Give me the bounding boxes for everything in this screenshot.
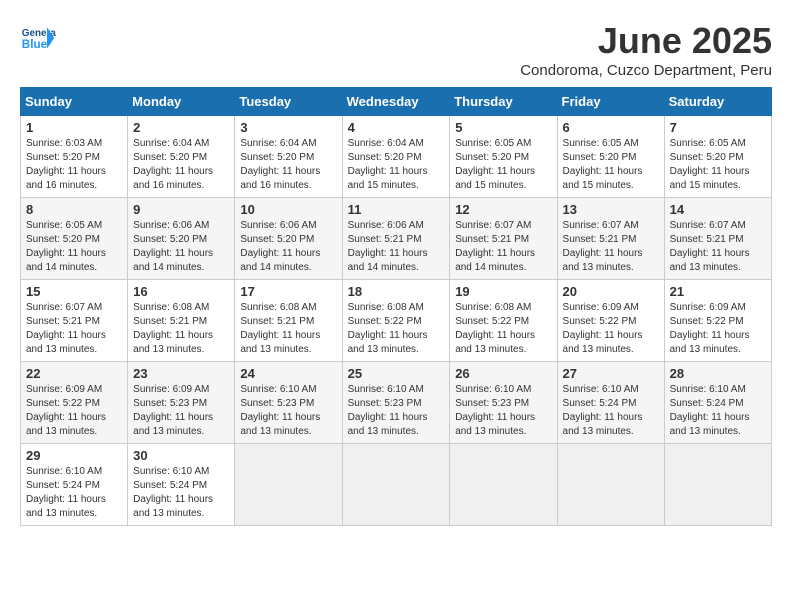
table-row: 8Sunrise: 6:05 AMSunset: 5:20 PMDaylight…	[21, 198, 128, 280]
table-row: 25Sunrise: 6:10 AMSunset: 5:23 PMDayligh…	[342, 362, 450, 444]
calendar-table: Sunday Monday Tuesday Wednesday Thursday…	[20, 87, 772, 526]
table-row	[450, 444, 557, 526]
calendar-row: 8Sunrise: 6:05 AMSunset: 5:20 PMDaylight…	[21, 198, 772, 280]
header-friday: Friday	[557, 88, 664, 116]
table-row: 11Sunrise: 6:06 AMSunset: 5:21 PMDayligh…	[342, 198, 450, 280]
header-saturday: Saturday	[664, 88, 771, 116]
table-row: 9Sunrise: 6:06 AMSunset: 5:20 PMDaylight…	[128, 198, 235, 280]
table-row: 12Sunrise: 6:07 AMSunset: 5:21 PMDayligh…	[450, 198, 557, 280]
table-row: 7Sunrise: 6:05 AMSunset: 5:20 PMDaylight…	[664, 116, 771, 198]
table-row: 29Sunrise: 6:10 AMSunset: 5:24 PMDayligh…	[21, 444, 128, 526]
table-row: 6Sunrise: 6:05 AMSunset: 5:20 PMDaylight…	[557, 116, 664, 198]
calendar-header-row: Sunday Monday Tuesday Wednesday Thursday…	[21, 88, 772, 116]
table-row: 22Sunrise: 6:09 AMSunset: 5:22 PMDayligh…	[21, 362, 128, 444]
header-thursday: Thursday	[450, 88, 557, 116]
location-title: Condoroma, Cuzco Department, Peru	[520, 62, 772, 79]
table-row: 27Sunrise: 6:10 AMSunset: 5:24 PMDayligh…	[557, 362, 664, 444]
table-row: 13Sunrise: 6:07 AMSunset: 5:21 PMDayligh…	[557, 198, 664, 280]
title-block: June 2025 Condoroma, Cuzco Department, P…	[520, 20, 772, 79]
table-row: 21Sunrise: 6:09 AMSunset: 5:22 PMDayligh…	[664, 280, 771, 362]
table-row: 14Sunrise: 6:07 AMSunset: 5:21 PMDayligh…	[664, 198, 771, 280]
table-row: 30Sunrise: 6:10 AMSunset: 5:24 PMDayligh…	[128, 444, 235, 526]
table-row: 15Sunrise: 6:07 AMSunset: 5:21 PMDayligh…	[21, 280, 128, 362]
table-row: 16Sunrise: 6:08 AMSunset: 5:21 PMDayligh…	[128, 280, 235, 362]
header-sunday: Sunday	[21, 88, 128, 116]
table-row	[235, 444, 342, 526]
header-monday: Monday	[128, 88, 235, 116]
table-row: 3Sunrise: 6:04 AMSunset: 5:20 PMDaylight…	[235, 116, 342, 198]
table-row: 26Sunrise: 6:10 AMSunset: 5:23 PMDayligh…	[450, 362, 557, 444]
table-row: 4Sunrise: 6:04 AMSunset: 5:20 PMDaylight…	[342, 116, 450, 198]
table-row: 18Sunrise: 6:08 AMSunset: 5:22 PMDayligh…	[342, 280, 450, 362]
svg-text:Blue: Blue	[22, 38, 48, 51]
table-row: 19Sunrise: 6:08 AMSunset: 5:22 PMDayligh…	[450, 280, 557, 362]
calendar-row: 15Sunrise: 6:07 AMSunset: 5:21 PMDayligh…	[21, 280, 772, 362]
page-header: General Blue June 2025 Condoroma, Cuzco …	[20, 20, 772, 79]
table-row: 17Sunrise: 6:08 AMSunset: 5:21 PMDayligh…	[235, 280, 342, 362]
table-row: 5Sunrise: 6:05 AMSunset: 5:20 PMDaylight…	[450, 116, 557, 198]
table-row: 28Sunrise: 6:10 AMSunset: 5:24 PMDayligh…	[664, 362, 771, 444]
table-row	[557, 444, 664, 526]
table-row: 1Sunrise: 6:03 AMSunset: 5:20 PMDaylight…	[21, 116, 128, 198]
table-row: 10Sunrise: 6:06 AMSunset: 5:20 PMDayligh…	[235, 198, 342, 280]
table-row	[342, 444, 450, 526]
header-wednesday: Wednesday	[342, 88, 450, 116]
logo: General Blue	[20, 20, 58, 56]
header-tuesday: Tuesday	[235, 88, 342, 116]
calendar-row: 22Sunrise: 6:09 AMSunset: 5:22 PMDayligh…	[21, 362, 772, 444]
calendar-row: 29Sunrise: 6:10 AMSunset: 5:24 PMDayligh…	[21, 444, 772, 526]
calendar-row: 1Sunrise: 6:03 AMSunset: 5:20 PMDaylight…	[21, 116, 772, 198]
logo-icon: General Blue	[20, 20, 56, 56]
month-title: June 2025	[520, 20, 772, 62]
table-row: 2Sunrise: 6:04 AMSunset: 5:20 PMDaylight…	[128, 116, 235, 198]
table-row: 20Sunrise: 6:09 AMSunset: 5:22 PMDayligh…	[557, 280, 664, 362]
table-row	[664, 444, 771, 526]
table-row: 24Sunrise: 6:10 AMSunset: 5:23 PMDayligh…	[235, 362, 342, 444]
table-row: 23Sunrise: 6:09 AMSunset: 5:23 PMDayligh…	[128, 362, 235, 444]
